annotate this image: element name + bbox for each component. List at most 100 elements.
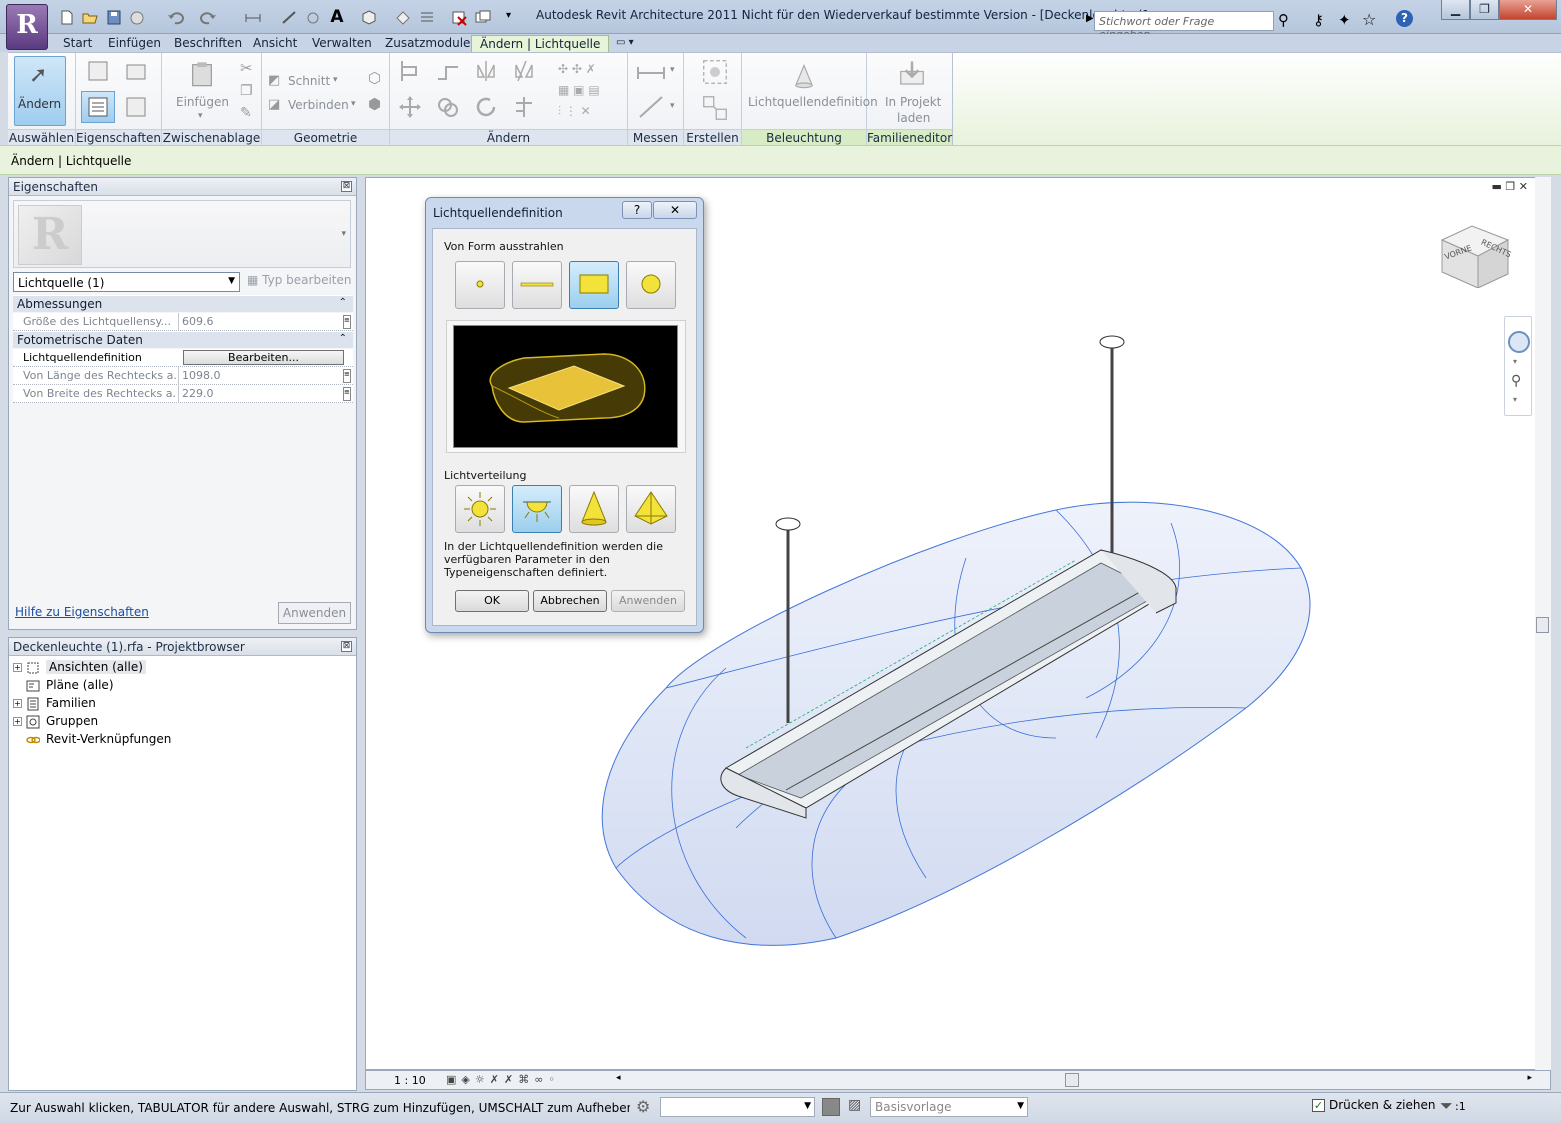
zoom-region-icon[interactable]: ⚲ (1511, 373, 1521, 389)
array-icon[interactable]: ▦ (558, 83, 569, 97)
properties-toggle-button[interactable] (81, 91, 115, 123)
cut-geometry-label[interactable]: Schnitt (288, 74, 330, 88)
horizontal-scrollbar[interactable]: ◂ ▸ (614, 1072, 1534, 1088)
detail-level-icon[interactable]: ▣ (446, 1073, 461, 1086)
close-icon[interactable]: ⊠ (341, 641, 352, 652)
tree-item-ansichten[interactable]: + Ansichten (alle) (13, 660, 146, 678)
wheel-dropdown-icon[interactable]: ▾ (1513, 357, 1517, 366)
join-dropdown-icon[interactable]: ▾ (351, 99, 356, 109)
cut-dropdown-icon[interactable]: ▾ (333, 75, 338, 85)
tree-item-revit-verknuepfungen[interactable]: Revit-Verknüpfungen (26, 732, 171, 750)
visual-style-icon[interactable]: ◈ (461, 1073, 474, 1086)
rotate-icon[interactable] (474, 95, 498, 119)
save-icon[interactable] (105, 9, 123, 26)
sync-icon[interactable] (128, 9, 146, 26)
help-icon[interactable]: ? (1396, 10, 1413, 27)
extend-icon[interactable]: ⋮ (565, 104, 577, 118)
trim-icon[interactable]: ⫶ (558, 104, 561, 118)
cancel-button[interactable]: Abbrechen (533, 590, 607, 612)
scroll-left-icon[interactable]: ◂ (616, 1073, 621, 1083)
distribution-spot-button[interactable] (569, 485, 619, 533)
reveal-hidden-icon[interactable]: ∞ (534, 1073, 548, 1086)
scroll-right-icon[interactable]: ▸ (1527, 1073, 1532, 1083)
distribution-photometric-web-button[interactable] (626, 485, 676, 533)
paste-dropdown-icon[interactable]: ▾ (198, 111, 203, 121)
new-icon[interactable] (58, 9, 76, 26)
load-into-project-label-1[interactable]: In Projekt (885, 95, 941, 109)
thin-lines-icon[interactable] (418, 9, 436, 26)
minimize-button[interactable]: ▁ (1441, 0, 1470, 20)
apply-button[interactable]: Anwenden (611, 590, 685, 612)
close-hidden-icon[interactable] (450, 9, 468, 26)
property-value[interactable]: 609.6 (178, 313, 341, 331)
delete-icon[interactable]: ✕ (581, 104, 591, 118)
associate-parameter-icon[interactable]: ≡ (343, 369, 351, 383)
match-properties-icon[interactable]: ✎ (240, 105, 252, 121)
distribution-spherical-button[interactable] (455, 485, 505, 533)
pin-icon[interactable]: ▤ (588, 83, 599, 97)
join-label[interactable]: Verbinden (288, 98, 349, 112)
viewcube[interactable]: VORNE RECHTS (1438, 216, 1513, 289)
sun-path-icon[interactable]: ☼ (475, 1073, 490, 1086)
subscription-key-icon[interactable]: ⚷ (1313, 11, 1324, 29)
type-selector[interactable]: Lichtquelle (1) ▼ (13, 272, 240, 292)
application-menu-button[interactable]: R (6, 4, 48, 50)
mirror-axis-icon[interactable] (474, 59, 498, 83)
create-group-icon[interactable] (700, 57, 730, 87)
type-properties-icon[interactable] (124, 95, 148, 119)
ribbon-minimize-icon[interactable]: ▭ ▾ (616, 35, 634, 52)
split-icon[interactable]: ✣ (558, 62, 568, 76)
create-similar-icon[interactable] (700, 93, 730, 123)
design-options-icon[interactable]: ▨ (848, 1097, 861, 1113)
steering-wheel-icon[interactable] (1508, 331, 1530, 353)
shape-rectangle-button[interactable] (569, 261, 619, 309)
group-abmessungen[interactable]: Abmessungen ⌃ (13, 295, 353, 312)
workset-dropdown[interactable]: ▼ (660, 1097, 815, 1117)
favorites-star-icon[interactable]: ☆ (1362, 10, 1376, 29)
tree-item-familien[interactable]: + Familien (13, 696, 96, 714)
search-expand-icon[interactable]: ▶ (1086, 13, 1094, 24)
close-icon[interactable]: ⊠ (341, 181, 352, 192)
view-scale[interactable]: 1 : 10 (394, 1074, 426, 1087)
zoom-dropdown-icon[interactable]: ▾ (1513, 395, 1517, 404)
vertical-scrollbar[interactable] (1535, 177, 1551, 1070)
redo-icon[interactable] (200, 9, 218, 26)
light-source-definition-icon[interactable] (790, 61, 818, 91)
tab-start[interactable]: Start (63, 35, 92, 52)
tab-beschriften[interactable]: Beschriften (174, 35, 242, 52)
tag-icon[interactable] (304, 9, 322, 26)
property-value[interactable]: 1098.0 (178, 367, 341, 385)
load-into-project-label-2[interactable]: laden (897, 111, 930, 125)
modify-button[interactable]: ➚ Ändern (14, 56, 66, 126)
measure-between-icon[interactable] (636, 61, 668, 85)
tab-ansicht[interactable]: Ansicht (253, 35, 297, 52)
tab-aendern-lichtquelle[interactable]: Ändern | Lichtquelle (471, 35, 610, 52)
open-icon[interactable] (81, 9, 99, 26)
expand-icon[interactable]: + (13, 717, 22, 726)
shape-point-button[interactable] (455, 261, 505, 309)
ok-button[interactable]: OK (455, 590, 529, 612)
scroll-thumb[interactable] (1536, 617, 1549, 633)
shape-line-button[interactable] (512, 261, 562, 309)
binoculars-icon[interactable]: ⚲ (1278, 11, 1289, 29)
unpin-icon[interactable]: ✗ (586, 62, 596, 76)
dimension-icon[interactable] (280, 9, 298, 26)
trim-extend-icon[interactable] (512, 95, 536, 119)
press-drag-checkbox[interactable]: ✓ (1312, 1099, 1325, 1112)
hide-isolate-icon[interactable]: ⌘ (518, 1073, 534, 1086)
text-icon[interactable]: A (328, 9, 346, 26)
split-gap-icon[interactable]: ✣ (572, 62, 582, 76)
group-fotometrische-daten[interactable]: Fotometrische Daten ⌃ (13, 331, 353, 348)
preview-dropdown-icon[interactable]: ▾ (341, 229, 346, 239)
shape-circle-button[interactable] (626, 261, 676, 309)
design-option-dropdown[interactable]: Basisvorlage ▼ (870, 1097, 1028, 1117)
dialog-close-button[interactable]: ✕ (653, 201, 697, 219)
wall-joins-icon[interactable]: ⬡ (368, 69, 381, 87)
tab-einfuegen[interactable]: Einfügen (108, 35, 161, 52)
properties-apply-button[interactable]: Anwenden (278, 602, 351, 624)
properties-help-link[interactable]: Hilfe zu Eigenschaften (15, 605, 149, 619)
associate-parameter-icon[interactable]: ≡ (343, 387, 351, 401)
scale-icon[interactable]: ▣ (573, 83, 584, 97)
dialog-help-button[interactable]: ? (622, 201, 652, 219)
mirror-draw-icon[interactable] (512, 59, 536, 83)
